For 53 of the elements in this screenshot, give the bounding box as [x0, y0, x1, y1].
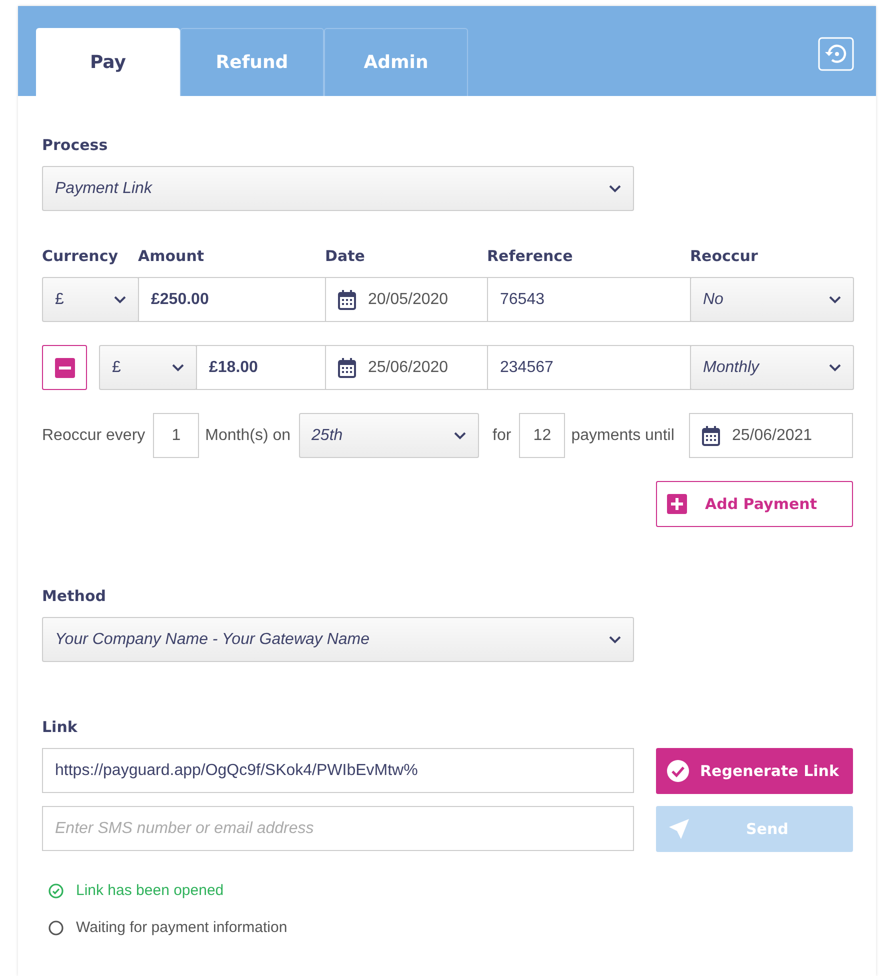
regenerate-link-button[interactable]: Regenerate Link: [656, 748, 853, 794]
day-select[interactable]: 25th: [298, 413, 479, 458]
amount-field[interactable]: £250.00: [138, 277, 326, 322]
reoccur-select[interactable]: Monthly: [690, 345, 854, 390]
date-field[interactable]: 20/05/2020: [325, 277, 488, 322]
field-label: Link: [42, 718, 78, 736]
status-text: Link has been opened: [76, 882, 224, 899]
field-label: Process: [42, 136, 109, 154]
recurrence-label: Month(s) on: [205, 426, 291, 444]
chevron-down-icon: [454, 432, 466, 440]
end-date-field[interactable]: 25/06/2021: [689, 413, 853, 458]
amount-field[interactable]: £18.00: [196, 345, 326, 390]
column-header: Reoccur: [690, 247, 759, 265]
date-value: 25/06/2020: [368, 358, 448, 376]
column-header: Amount: [138, 247, 206, 265]
chevron-down-icon: [829, 364, 841, 372]
recurrence-label: for: [492, 426, 512, 444]
recipient-field[interactable]: Enter SMS number or email address: [42, 806, 634, 851]
field-label: Method: [42, 587, 107, 605]
recurrence-label: payments until: [571, 426, 674, 444]
chevron-down-icon: [609, 636, 621, 644]
date-value: 20/05/2020: [368, 290, 448, 308]
column-header: Date: [325, 247, 366, 265]
date-value: 25/06/2021: [732, 426, 812, 444]
column-header: Reference: [487, 247, 574, 265]
status-text: Waiting for payment information: [76, 919, 288, 936]
interval-field[interactable]: 1: [153, 413, 200, 458]
chevron-down-icon: [172, 364, 184, 372]
process-select[interactable]: Payment Link: [42, 166, 634, 211]
method-select[interactable]: Your Company Name - Your Gateway Name: [42, 617, 634, 662]
calendar-icon: [702, 426, 720, 446]
column-header: Currency: [42, 247, 120, 265]
remove-button[interactable]: [42, 345, 87, 390]
currency-select[interactable]: £: [99, 345, 197, 390]
reference-field[interactable]: 234567: [487, 345, 691, 390]
currency-select[interactable]: £: [42, 277, 139, 322]
recurrence-label: Reoccur every: [42, 426, 146, 444]
send-icon: [668, 818, 690, 840]
count-field[interactable]: 12: [519, 413, 566, 458]
chevron-down-icon: [609, 184, 621, 192]
reoccur-select[interactable]: No: [690, 277, 854, 322]
calendar-icon: [338, 290, 356, 310]
reference-field[interactable]: 76543: [487, 277, 691, 322]
tab[interactable]: Pay: [36, 28, 180, 96]
minus-icon: [54, 358, 74, 378]
add-payment-button[interactable]: Add Payment: [656, 481, 853, 527]
link-field[interactable]: https://payguard.app/OgQc9f/SKok4/PWIbEvMtw%: [42, 748, 634, 793]
chevron-down-icon: [829, 296, 841, 304]
check-circle-icon: [666, 759, 690, 783]
plus-icon: [667, 494, 687, 514]
calendar-icon: [338, 358, 356, 378]
chevron-down-icon: [114, 296, 126, 304]
date-field[interactable]: 25/06/2020: [325, 345, 488, 390]
